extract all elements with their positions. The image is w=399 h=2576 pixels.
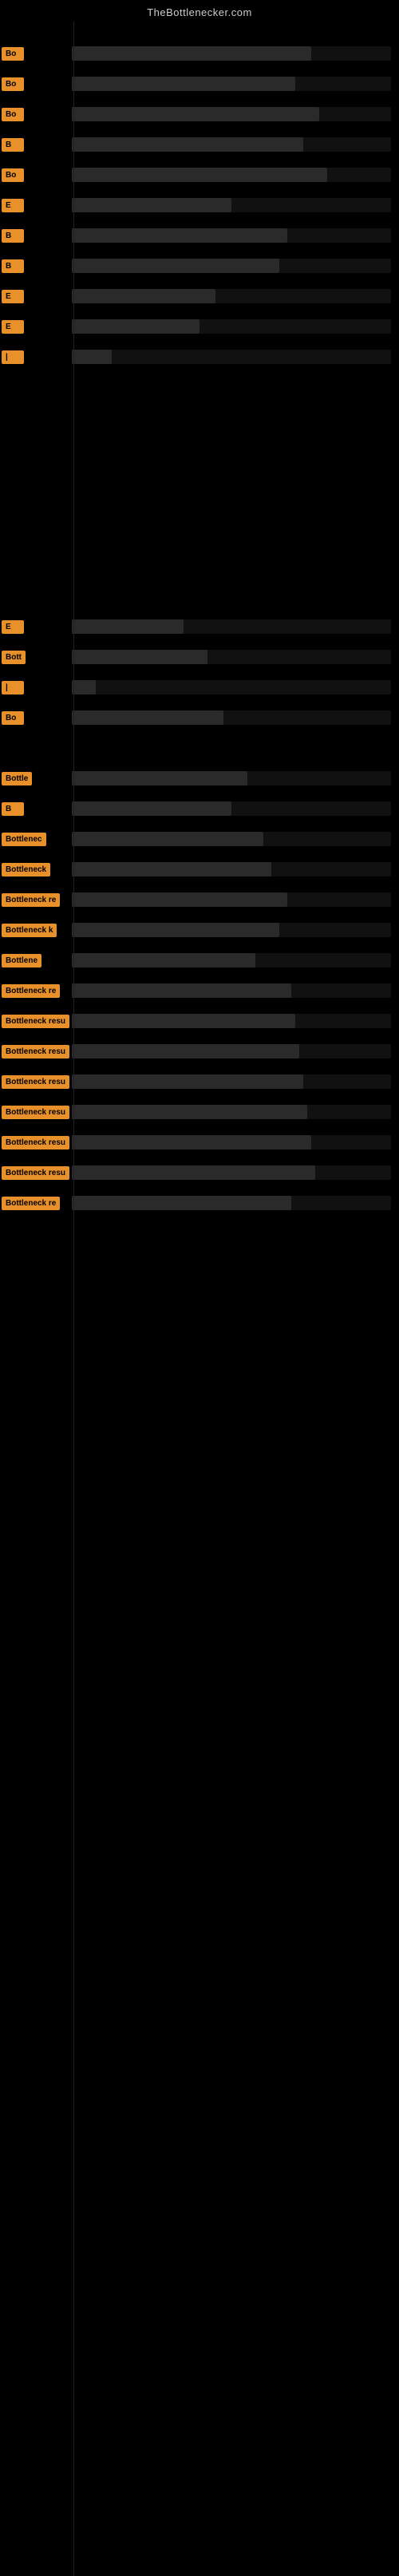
table-row: B [0, 794, 399, 823]
bar-fill [72, 983, 291, 998]
table-row: Bottleneck re [0, 885, 399, 914]
bar-fill [72, 77, 295, 91]
vertical-line [73, 22, 74, 2576]
bar-fill [72, 319, 200, 334]
orange-badge[interactable]: E [2, 199, 24, 212]
orange-badge[interactable]: Bottleneck resu [2, 1015, 69, 1028]
orange-badge[interactable]: B [2, 138, 24, 152]
bar-fill [72, 832, 263, 846]
table-row: Bottleneck resu [0, 1067, 399, 1096]
bar-fill [72, 259, 279, 273]
bar-fill [72, 892, 287, 907]
bar-fill [72, 862, 271, 876]
bar-fill [72, 771, 247, 785]
table-row: Bo [0, 160, 399, 189]
table-row: | [0, 673, 399, 702]
site-title: TheBottlenecker.com [0, 0, 399, 22]
table-row: E [0, 612, 399, 641]
table-row: Bottleneck re [0, 976, 399, 1005]
page-wrapper: TheBottlenecker.com Bo Bo Bo B Bo E B B E E | E Bott… [0, 0, 399, 2576]
orange-badge[interactable]: Bo [2, 77, 24, 91]
orange-badge[interactable]: Bottleneck resu [2, 1166, 69, 1180]
orange-badge[interactable]: B [2, 259, 24, 273]
bar-fill [72, 710, 223, 725]
bar-fill [72, 923, 279, 937]
orange-badge[interactable]: Bottleneck re [2, 984, 60, 998]
bar-background [72, 350, 391, 364]
table-row: E [0, 282, 399, 311]
bar-fill [72, 953, 255, 967]
table-row: Bo [0, 39, 399, 68]
table-row: Bottlenec [0, 825, 399, 853]
bar-fill [72, 46, 311, 61]
orange-badge[interactable]: B [2, 229, 24, 243]
bar-fill [72, 680, 96, 694]
bar-fill [72, 289, 215, 303]
bar-fill [72, 107, 319, 121]
table-row: Bottleneck resu [0, 1098, 399, 1126]
bar-fill [72, 168, 327, 182]
orange-badge[interactable]: Bottleneck resu [2, 1106, 69, 1119]
orange-badge[interactable]: E [2, 290, 24, 303]
table-row: Bottleneck re [0, 1189, 399, 1217]
table-row: Bottlene [0, 946, 399, 975]
table-row: Bo [0, 100, 399, 129]
orange-badge[interactable]: Bottlene [2, 954, 41, 967]
bar-fill [72, 350, 112, 364]
orange-badge[interactable]: Bo [2, 47, 24, 61]
orange-badge[interactable]: Bo [2, 168, 24, 182]
bar-fill [72, 1165, 315, 1180]
bar-fill [72, 1105, 307, 1119]
bar-fill [72, 1044, 299, 1058]
bar-fill [72, 1135, 311, 1150]
bar-fill [72, 801, 231, 816]
orange-badge[interactable]: Bo [2, 711, 24, 725]
table-row: Bottleneck resu [0, 1007, 399, 1035]
orange-badge[interactable]: Bottleneck re [2, 1197, 60, 1210]
orange-badge[interactable]: E [2, 320, 24, 334]
orange-badge[interactable]: Bottle [2, 772, 32, 785]
table-row: Bottleneck resu [0, 1128, 399, 1157]
orange-badge[interactable]: Bottleneck re [2, 893, 60, 907]
orange-badge[interactable]: | [2, 350, 24, 364]
bar-fill [72, 619, 184, 634]
table-row: B [0, 251, 399, 280]
table-row: E [0, 312, 399, 341]
orange-badge[interactable]: Bo [2, 108, 24, 121]
orange-badge[interactable]: Bottleneck [2, 863, 50, 876]
bar-fill [72, 650, 207, 664]
table-row: Bottle [0, 764, 399, 793]
bar-fill [72, 198, 231, 212]
table-row: Bo [0, 703, 399, 732]
table-row: B [0, 221, 399, 250]
table-row: Bottleneck k [0, 916, 399, 944]
table-row: Bottleneck resu [0, 1037, 399, 1066]
orange-badge[interactable]: Bottleneck k [2, 924, 57, 937]
orange-badge[interactable]: | [2, 681, 24, 694]
table-row: Bott [0, 643, 399, 671]
bar-fill [72, 1014, 295, 1028]
bar-fill [72, 1074, 303, 1089]
table-row: E [0, 191, 399, 220]
table-row: Bottleneck [0, 855, 399, 884]
orange-badge[interactable]: Bottleneck resu [2, 1075, 69, 1089]
table-row: B [0, 130, 399, 159]
table-row: Bo [0, 69, 399, 98]
orange-badge[interactable]: E [2, 620, 24, 634]
orange-badge[interactable]: Bottleneck resu [2, 1136, 69, 1150]
bar-fill [72, 1196, 291, 1210]
bar-fill [72, 137, 303, 152]
table-row: | [0, 342, 399, 371]
bar-background [72, 680, 391, 694]
bar-fill [72, 228, 287, 243]
orange-badge[interactable]: Bottlenec [2, 833, 46, 846]
table-row: Bottleneck resu [0, 1158, 399, 1187]
orange-badge[interactable]: Bott [2, 651, 26, 664]
orange-badge[interactable]: B [2, 802, 24, 816]
orange-badge[interactable]: Bottleneck resu [2, 1045, 69, 1058]
